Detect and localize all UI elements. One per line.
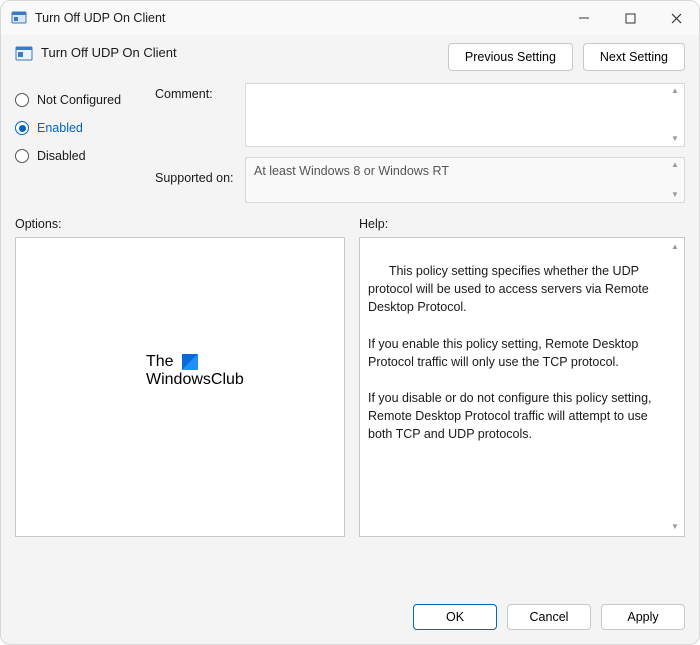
dialog-window: Turn Off UDP On Client Turn Off UDP On C… [0,0,700,645]
radio-label: Not Configured [37,93,121,107]
footer-buttons: OK Cancel Apply [1,590,699,644]
cancel-button[interactable]: Cancel [507,604,591,630]
maximize-button[interactable] [607,1,653,35]
field-labels-column: Comment: Supported on: [155,83,245,203]
state-radio-group: Not Configured Enabled Disabled [15,83,155,203]
policy-title: Turn Off UDP On Client [41,43,177,60]
watermark-square-icon [182,354,198,370]
radio-label: Enabled [37,121,83,135]
section-labels: Options: Help: [1,203,699,237]
ok-button[interactable]: OK [413,604,497,630]
help-panel: This policy setting specifies whether th… [359,237,685,537]
options-label: Options: [15,217,345,231]
radio-icon [15,121,29,135]
radio-enabled[interactable]: Enabled [15,121,155,135]
radio-disabled[interactable]: Disabled [15,149,155,163]
scrollbar[interactable]: ▲▼ [668,160,682,200]
apply-button[interactable]: Apply [601,604,685,630]
comment-textarea[interactable]: ▲▼ [245,83,685,147]
watermark: The WindowsClub [146,353,244,390]
fields-column: ▲▼ At least Windows 8 or Windows RT ▲▼ [245,83,685,203]
supported-on-box: At least Windows 8 or Windows RT ▲▼ [245,157,685,203]
window-title: Turn Off UDP On Client [35,11,165,25]
watermark-line2: WindowsClub [146,371,244,388]
scrollbar[interactable]: ▲▼ [668,86,682,144]
radio-not-configured[interactable]: Not Configured [15,93,155,107]
titlebar: Turn Off UDP On Client [1,1,699,35]
close-button[interactable] [653,1,699,35]
header-row: Turn Off UDP On Client Previous Setting … [1,35,699,75]
radio-label: Disabled [37,149,86,163]
upper-section: Not Configured Enabled Disabled Comment:… [1,75,699,203]
radio-icon [15,93,29,107]
previous-setting-button[interactable]: Previous Setting [448,43,573,71]
next-setting-button[interactable]: Next Setting [583,43,685,71]
radio-icon [15,149,29,163]
minimize-button[interactable] [561,1,607,35]
policy-icon [15,45,33,63]
supported-on-value: At least Windows 8 or Windows RT [254,164,449,178]
comment-label: Comment: [155,87,245,101]
options-panel: The WindowsClub [15,237,345,537]
supported-label: Supported on: [155,171,245,185]
scrollbar[interactable]: ▲▼ [668,242,682,532]
watermark-line1: The [146,353,174,370]
app-icon [11,10,27,26]
help-text: This policy setting specifies whether th… [368,264,655,441]
help-label: Help: [359,217,685,231]
lower-section: The WindowsClub This policy setting spec… [1,237,699,590]
